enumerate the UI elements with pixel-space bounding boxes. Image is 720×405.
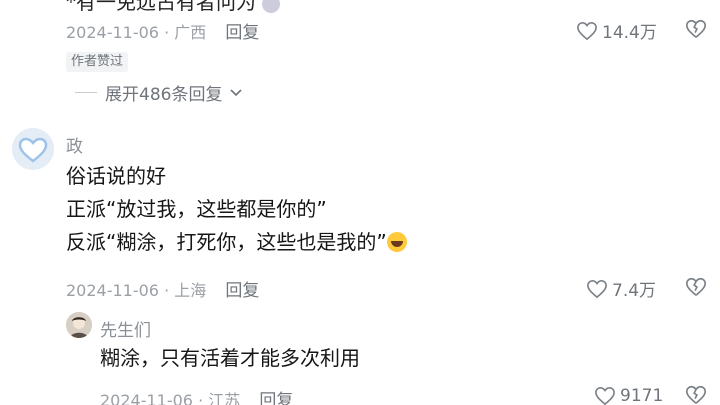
comment-location: 广西 xyxy=(174,23,207,42)
comment-line: 反派“糊涂，打死你，这些也是我的” xyxy=(66,226,407,259)
heart-icon xyxy=(587,279,607,298)
chevron-down-icon xyxy=(230,88,243,96)
emoji-icon xyxy=(262,0,281,13)
avatar[interactable] xyxy=(12,128,54,170)
reply-button[interactable]: 回复 xyxy=(225,281,259,301)
like-count: 14.4万 xyxy=(602,23,657,43)
expand-replies-label: 展开486条回复 xyxy=(105,85,223,105)
heart-icon xyxy=(577,21,597,40)
comment-line: 俗话说的好 xyxy=(66,164,166,188)
reply-meta: 2024-11-06 · 江苏 回复 xyxy=(100,386,293,405)
comment-date: 2024-11-06 xyxy=(66,23,159,42)
like-count: 9171 xyxy=(620,386,664,405)
like-button[interactable]: 7.4万 xyxy=(586,276,656,301)
reply-button[interactable]: 回复 xyxy=(225,23,259,43)
reply-text: 糊涂，只有活着才能多次利用 xyxy=(100,346,360,370)
comment-date: 2024-11-06 xyxy=(100,391,193,405)
heart-icon xyxy=(595,386,615,405)
comment-location: 上海 xyxy=(174,281,207,300)
comment-text: 俗话说的好 正派“放过我，这些都是你的” 反派“糊涂，打死你，这些也是我的” xyxy=(66,160,407,259)
comment-date: 2024-11-06 xyxy=(66,281,159,300)
expand-replies-button[interactable]: 展开486条回复 xyxy=(75,80,243,105)
divider-line xyxy=(75,92,97,93)
dislike-icon[interactable] xyxy=(685,276,707,298)
reply-button[interactable]: 回复 xyxy=(259,391,293,405)
laughing-emoji-icon xyxy=(386,232,407,252)
dislike-icon[interactable] xyxy=(685,384,707,405)
comment-meta: 2024-11-06 · 上海 回复 xyxy=(66,281,260,301)
comment-line: 正派“放过我，这些都是你的” xyxy=(66,197,327,221)
like-count: 7.4万 xyxy=(612,281,657,301)
dislike-icon[interactable] xyxy=(685,18,707,40)
comment-username[interactable]: 政 xyxy=(66,132,83,157)
previous-comment-meta: 2024-11-06 · 广西 回复 xyxy=(66,23,260,43)
like-button[interactable]: 14.4万 xyxy=(576,18,657,43)
comment-location: 江苏 xyxy=(208,391,241,405)
author-liked-badge: 作者赞过 xyxy=(66,52,129,72)
like-button[interactable]: 9171 xyxy=(594,386,663,405)
reply-username[interactable]: 先生们 xyxy=(100,316,151,341)
reply-avatar[interactable] xyxy=(66,312,92,338)
previous-comment-text: *有一免远占有者问为 xyxy=(66,0,281,15)
